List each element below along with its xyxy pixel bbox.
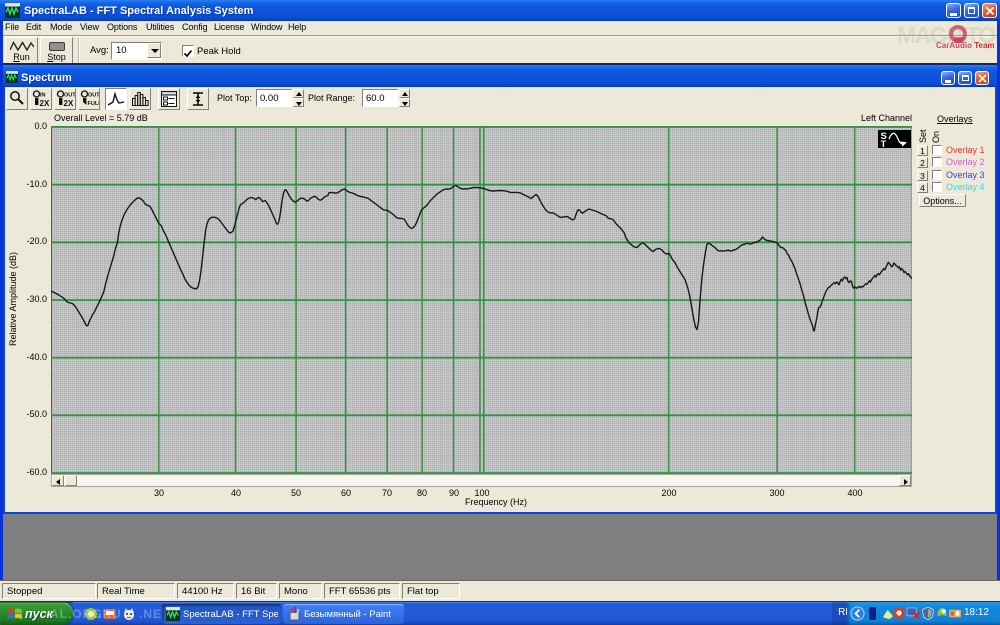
svg-text:2X: 2X bbox=[40, 99, 50, 108]
svg-text:2X: 2X bbox=[64, 99, 74, 108]
svg-text:OUT: OUT bbox=[88, 93, 99, 99]
svg-text:IN: IN bbox=[40, 93, 46, 99]
svg-text:T: T bbox=[881, 139, 887, 148]
svg-text:FULL: FULL bbox=[88, 101, 100, 107]
svg-text:OUT: OUT bbox=[64, 93, 75, 99]
